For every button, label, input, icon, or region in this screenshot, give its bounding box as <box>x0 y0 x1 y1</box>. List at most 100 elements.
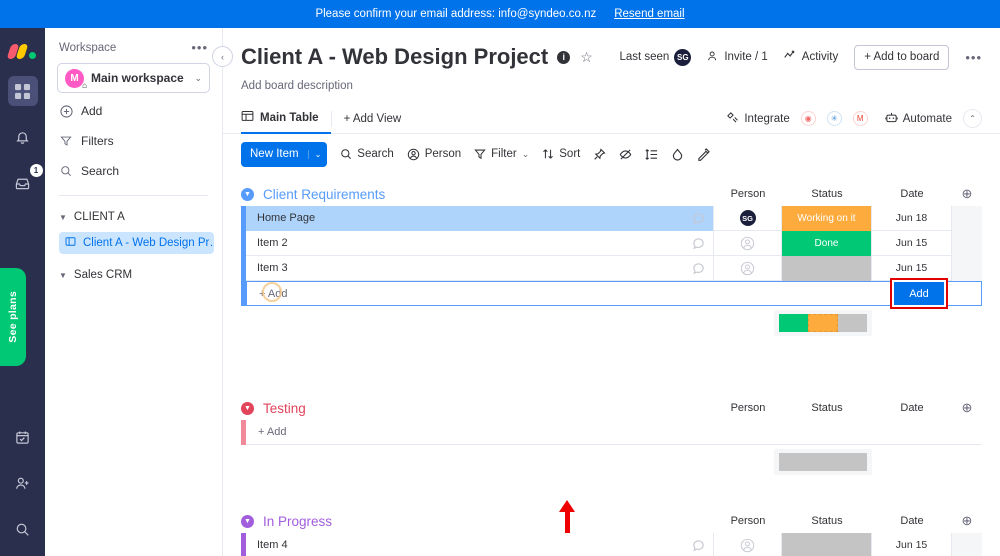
add-button[interactable]: Add <box>894 282 944 305</box>
row-name-cell[interactable]: Home Page <box>241 205 714 231</box>
sidebar-group-sales-crm[interactable]: ▼ Sales CRM <box>45 264 222 286</box>
sidebar-board-client-a-web-design[interactable]: Client A - Web Design Pr… <box>59 232 214 254</box>
column-header-status[interactable]: Status <box>782 188 872 200</box>
row-person-cell[interactable] <box>714 532 782 556</box>
activity-button[interactable]: Activity <box>784 50 838 64</box>
resend-email-link[interactable]: Resend email <box>614 8 684 20</box>
add-column-button[interactable]: ⊕ <box>952 513 982 529</box>
color-icon[interactable] <box>671 148 684 161</box>
add-item-label[interactable]: + Add <box>246 426 286 438</box>
table-row[interactable]: Home Page SG Working on it Jun 18 <box>241 205 982 231</box>
workspace-more-icon[interactable]: ••• <box>191 40 208 55</box>
monday-logo[interactable] <box>6 42 37 60</box>
gmail-icon[interactable]: M <box>852 111 868 126</box>
row-status-cell[interactable] <box>782 255 872 281</box>
hide-icon[interactable] <box>619 148 632 161</box>
row-name-cell[interactable]: Item 4 <box>241 532 714 556</box>
row-date-cell[interactable]: Jun 15 <box>872 230 952 256</box>
search-rail-icon[interactable] <box>8 514 38 544</box>
column-header-date[interactable]: Date <box>872 402 952 414</box>
toolbar-filter[interactable]: Filter ⌄ <box>474 148 529 160</box>
comment-bubble-icon[interactable] <box>683 262 713 275</box>
invite-member-icon[interactable] <box>8 468 38 498</box>
column-headers: Person Status Date ⊕ <box>714 186 982 202</box>
sidebar-filters[interactable]: Filters <box>45 129 222 153</box>
sidebar-add[interactable]: Add <box>45 99 222 123</box>
invite-button[interactable]: Invite / 1 <box>707 50 768 65</box>
add-column-button[interactable]: ⊕ <box>952 186 982 202</box>
row-person-cell[interactable]: SG <box>714 205 782 231</box>
table-row[interactable]: Item 2 Done Jun 15 <box>241 230 982 256</box>
page-title[interactable]: Client A - Web Design Project <box>241 44 548 70</box>
comment-bubble-icon[interactable] <box>683 539 713 552</box>
add-item-row[interactable]: + Add <box>241 419 982 445</box>
workspace-selector[interactable]: M ⌂ Main workspace ⌄ <box>57 63 210 93</box>
add-view-button[interactable]: + Add View <box>344 113 402 125</box>
row-status-cell[interactable]: Working on it <box>782 205 872 231</box>
group-title[interactable]: Testing <box>263 401 306 416</box>
apps-grid-icon[interactable] <box>7 76 38 106</box>
row-date-cell[interactable]: Jun 18 <box>872 205 952 231</box>
row-height-icon[interactable] <box>645 148 658 161</box>
board-description[interactable]: Add board description <box>241 80 982 92</box>
inbox-badge: 1 <box>29 164 43 177</box>
see-plans-label: See plans <box>7 291 19 343</box>
column-header-status[interactable]: Status <box>782 402 872 414</box>
column-header-person[interactable]: Person <box>714 515 782 527</box>
row-status-cell[interactable]: Done <box>782 230 872 256</box>
row-person-cell[interactable] <box>714 230 782 256</box>
column-header-person[interactable]: Person <box>714 188 782 200</box>
pin-icon[interactable] <box>593 147 606 161</box>
integrate-button[interactable]: Integrate <box>726 111 790 127</box>
comment-bubble-icon[interactable] <box>683 237 713 250</box>
info-icon[interactable]: i <box>557 50 571 64</box>
integration-icon-1[interactable]: ◉ <box>800 111 816 126</box>
row-name-cell[interactable]: Item 3 <box>241 255 714 281</box>
add-item-row[interactable]: + Add Add <box>241 278 982 309</box>
sidebar-collapse-button[interactable]: ‹ <box>212 46 233 67</box>
status-summary-bar[interactable] <box>774 310 872 336</box>
group-title[interactable]: In Progress <box>263 514 332 529</box>
sidebar-group-client-a[interactable]: ▼ CLIENT A <box>45 206 222 228</box>
my-work-calendar-icon[interactable] <box>8 422 38 452</box>
toolbar-sort[interactable]: Sort <box>542 148 580 160</box>
new-item-caret-icon[interactable]: ⌄ <box>307 149 328 159</box>
column-header-status[interactable]: Status <box>782 515 872 527</box>
highlight-icon[interactable] <box>697 147 711 161</box>
toolbar-search[interactable]: Search <box>340 148 394 160</box>
workspace-avatar: M ⌂ <box>65 68 87 90</box>
group-collapse-icon[interactable]: ▼ <box>241 514 254 528</box>
last-seen[interactable]: Last seen SG <box>619 48 692 66</box>
inbox-icon[interactable]: 1 <box>8 164 43 198</box>
integration-icon-2[interactable]: ✳ <box>826 111 842 126</box>
tab-main-table[interactable]: Main Table <box>241 104 331 134</box>
toolbar-person[interactable]: Person <box>407 148 461 161</box>
group-collapse-icon[interactable]: ▼ <box>241 401 254 415</box>
group-title[interactable]: Client Requirements <box>263 187 385 202</box>
new-item-button[interactable]: New Item ⌄ <box>241 141 328 167</box>
column-header-date[interactable]: Date <box>872 188 952 200</box>
table-row[interactable]: Item 3 Jun 15 <box>241 255 982 281</box>
last-seen-label: Last seen <box>619 51 670 63</box>
group-collapse-icon[interactable]: ▼ <box>241 187 254 201</box>
row-person-cell[interactable] <box>714 255 782 281</box>
row-status-cell[interactable] <box>782 532 872 556</box>
table-row[interactable]: Item 4 Jun 15 <box>241 532 982 556</box>
add-column-button[interactable]: ⊕ <box>952 400 982 416</box>
status-summary-bar[interactable] <box>774 449 872 475</box>
sidebar-group-sales-crm-label: Sales CRM <box>73 269 133 281</box>
favorite-star-icon[interactable]: ☆ <box>580 49 593 66</box>
sidebar-search[interactable]: Search <box>45 159 222 183</box>
row-name-cell[interactable]: Item 2 <box>241 230 714 256</box>
add-to-board-button[interactable]: + Add to board <box>854 44 950 70</box>
row-date-cell[interactable]: Jun 15 <box>872 255 952 281</box>
collapse-header-button[interactable]: ⌃ <box>963 109 982 128</box>
board-more-icon[interactable]: ••• <box>965 50 982 65</box>
comment-bubble-icon[interactable] <box>683 212 713 225</box>
see-plans-button[interactable]: See plans <box>0 268 26 366</box>
row-date-cell[interactable]: Jun 15 <box>872 532 952 556</box>
column-header-date[interactable]: Date <box>872 515 952 527</box>
notifications-bell-icon[interactable] <box>8 122 38 152</box>
automate-button[interactable]: Automate <box>885 111 952 127</box>
column-header-person[interactable]: Person <box>714 402 782 414</box>
